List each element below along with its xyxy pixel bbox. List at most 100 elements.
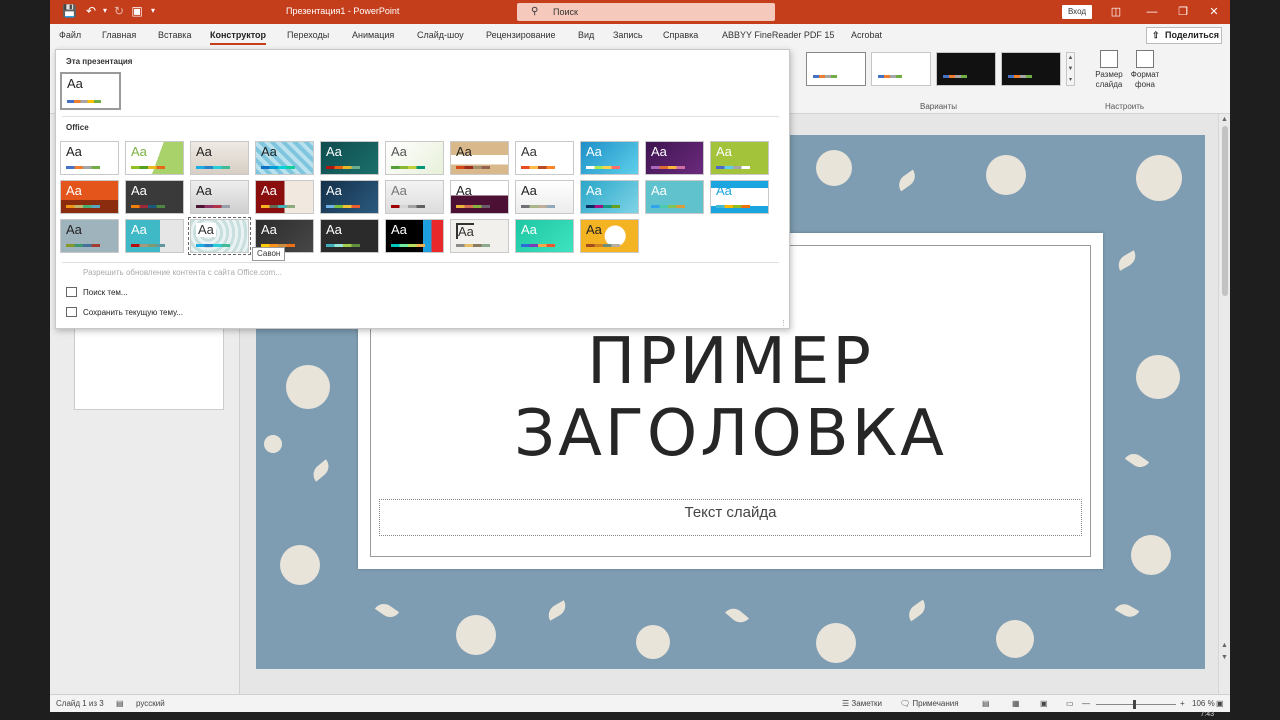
theme-badge[interactable]: Aa — [255, 180, 314, 214]
tab-review[interactable]: Рецензирование — [486, 30, 556, 40]
variant-2[interactable] — [871, 52, 931, 86]
slide-subtitle-placeholder[interactable]: Текст слайда — [379, 499, 1082, 536]
sign-in-button[interactable]: Вход — [1062, 5, 1092, 19]
search-icon: ⚲ — [531, 6, 539, 17]
theme-savon[interactable]: Aa — [188, 217, 251, 255]
search-placeholder: Поиск — [553, 7, 578, 17]
theme-sample: Aa — [66, 222, 82, 237]
theme-celestial[interactable]: Aa — [645, 141, 704, 175]
theme-colors — [66, 166, 100, 169]
theme-crop[interactable]: Aa — [450, 219, 509, 253]
theme-vapor[interactable]: Aa — [320, 180, 379, 214]
tab-help[interactable]: Справка — [663, 30, 698, 40]
save-current-theme-item[interactable]: Сохранить текущую тему... — [66, 307, 183, 317]
comments-button[interactable]: 🗨 Примечания — [900, 699, 959, 708]
slideshow-view-icon[interactable]: ▭ — [1066, 699, 1074, 708]
tab-home[interactable]: Главная — [102, 30, 136, 40]
pattern-blob — [286, 365, 330, 409]
undo-dropdown-icon[interactable]: ▾ — [98, 4, 112, 18]
scrollbar-thumb[interactable] — [1222, 126, 1228, 296]
theme-citable[interactable]: Aa — [580, 219, 639, 253]
tab-abbyy[interactable]: ABBYY FineReader PDF 15 — [722, 30, 834, 40]
theme-wood-type[interactable]: Aa — [450, 141, 509, 175]
customize-quick-access-icon[interactable]: ▾ — [146, 4, 160, 18]
tab-slideshow[interactable]: Слайд-шоу — [417, 30, 464, 40]
slide-thumbnail[interactable] — [74, 326, 224, 410]
format-background-button[interactable]: Формат фона — [1128, 50, 1162, 90]
variants-more-icon[interactable]: ▲ ▼ ▾ — [1066, 52, 1075, 86]
current-theme-tile[interactable]: Aa — [60, 72, 121, 110]
theme-mesh[interactable]: Aa — [580, 141, 639, 175]
slide-size-button[interactable]: Размер слайда — [1092, 50, 1126, 90]
minimize-icon[interactable]: — — [1144, 4, 1160, 20]
vertical-scrollbar[interactable]: ▲ ▲ ▼ — [1218, 114, 1230, 694]
theme-colors — [716, 166, 750, 169]
close-icon[interactable]: ✕ — [1206, 4, 1222, 20]
spellcheck-icon[interactable]: ▤ — [116, 699, 124, 708]
theme-view[interactable]: Aa — [515, 180, 574, 214]
redo-icon[interactable]: ↻ — [112, 4, 126, 18]
tab-animations[interactable]: Анимация — [352, 30, 394, 40]
tab-file[interactable]: Файл — [59, 30, 81, 40]
theme-frame[interactable]: Aa — [710, 180, 769, 214]
tab-design[interactable]: Конструктор — [210, 30, 267, 45]
scroll-up-icon[interactable]: ▲ — [1221, 116, 1228, 123]
normal-view-icon[interactable]: ▤ — [982, 699, 990, 708]
tab-transitions[interactable]: Переходы — [287, 30, 329, 40]
zoom-level[interactable]: 106 % — [1192, 699, 1215, 708]
theme-dividend[interactable]: Aa — [190, 180, 249, 214]
variant-1[interactable] — [806, 52, 866, 86]
share-button[interactable]: ⇧ Поделиться — [1146, 27, 1222, 44]
themes-gallery-dropdown: Эта презентация Aa Office Aa Aa Aa Aa Aa… — [55, 49, 790, 329]
ribbon-display-options-icon[interactable]: ◫ — [1108, 4, 1124, 20]
theme-madison[interactable]: Aa — [515, 141, 574, 175]
theme-quotable[interactable]: Aa — [385, 219, 444, 253]
theme-colors — [391, 166, 425, 169]
theme-wisp[interactable]: Aa — [710, 141, 769, 175]
zoom-in-icon[interactable]: + — [1180, 699, 1185, 708]
theme-integral[interactable]: Aa — [190, 141, 249, 175]
window-title: Презентация1 - PowerPoint — [286, 6, 400, 16]
variant-4[interactable] — [1001, 52, 1061, 86]
browse-themes-item[interactable]: Поиск тем... — [66, 287, 128, 297]
theme-mesh-teal[interactable]: Aa — [515, 219, 574, 253]
tab-view[interactable]: Вид — [578, 30, 594, 40]
resize-grip-icon[interactable]: ⋮ — [780, 319, 787, 327]
save-icon[interactable]: 💾 — [62, 4, 77, 18]
theme-ion-boardroom[interactable]: Aa — [255, 141, 314, 175]
maximize-icon[interactable]: ❐ — [1175, 4, 1191, 20]
tab-record[interactable]: Запись — [613, 30, 643, 40]
reading-view-icon[interactable]: ▣ — [1040, 699, 1048, 708]
theme-berlin[interactable]: Aa — [60, 180, 119, 214]
start-slideshow-icon[interactable]: ▣ — [130, 4, 144, 18]
theme-organic[interactable]: Aa — [60, 219, 119, 253]
slide-size-label: Размер слайда — [1095, 70, 1123, 89]
theme-ion[interactable]: Aa — [320, 141, 379, 175]
zoom-slider-thumb[interactable] — [1133, 700, 1136, 709]
theme-parcel[interactable]: Aa — [450, 180, 509, 214]
theme-office[interactable]: Aa — [60, 141, 119, 175]
tab-acrobat[interactable]: Acrobat — [851, 30, 882, 40]
zoom-out-icon[interactable]: — — [1082, 699, 1090, 708]
tab-insert[interactable]: Вставка — [158, 30, 191, 40]
fit-to-window-icon[interactable]: ▣ — [1216, 699, 1224, 708]
slide-title[interactable]: ПРИМЕР ЗАГОЛОВКА — [371, 326, 1090, 470]
scroll-down-icon[interactable]: ▼ — [1221, 654, 1228, 661]
slide-sorter-icon[interactable]: ▦ — [1012, 699, 1020, 708]
language-indicator[interactable]: русский — [136, 699, 165, 708]
undo-icon[interactable]: ↶ — [84, 4, 98, 18]
theme-droplet[interactable]: Aa — [645, 180, 704, 214]
right-black-border — [1230, 0, 1280, 720]
theme-slice[interactable]: Aa — [580, 180, 639, 214]
zoom-slider[interactable] — [1096, 704, 1176, 705]
theme-facet[interactable]: Aa — [125, 141, 184, 175]
search-box[interactable]: ⚲ Поиск — [517, 3, 775, 21]
notes-button[interactable]: ☰ Заметки — [842, 699, 882, 708]
scroll-up-small-icon[interactable]: ▲ — [1221, 642, 1228, 649]
theme-depth[interactable]: Aa — [320, 219, 379, 253]
theme-retrospect[interactable]: Aa — [385, 141, 444, 175]
theme-main-event[interactable]: Aa — [125, 219, 184, 253]
variant-3[interactable] — [936, 52, 996, 86]
theme-gallery[interactable]: Aa — [385, 180, 444, 214]
theme-basis[interactable]: Aa — [125, 180, 184, 214]
